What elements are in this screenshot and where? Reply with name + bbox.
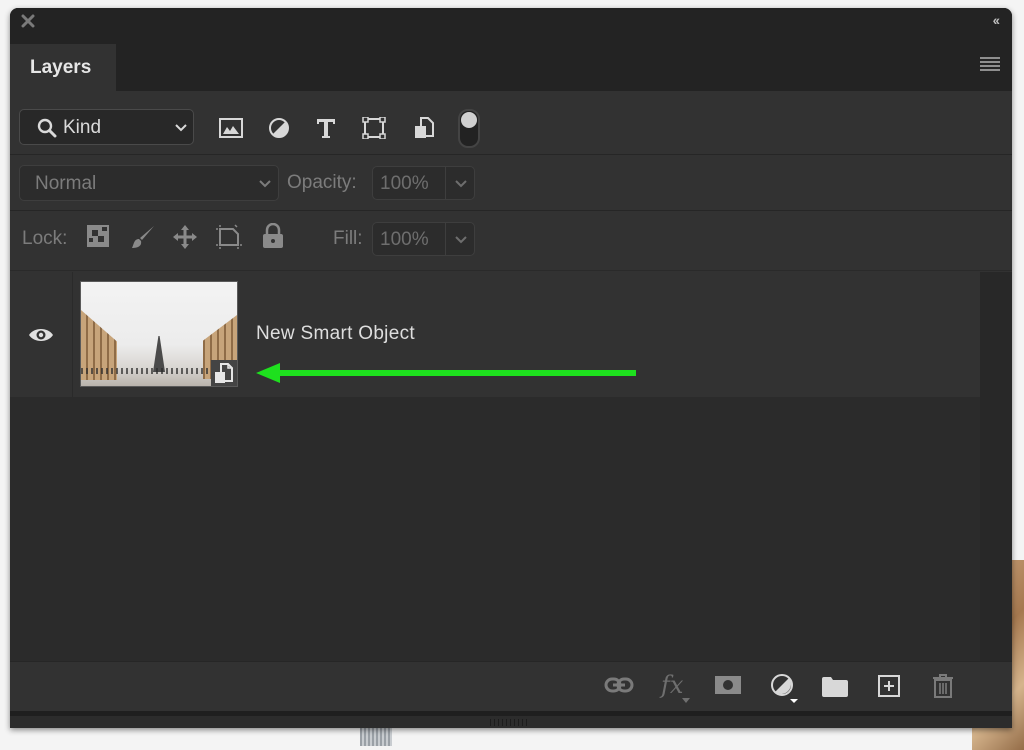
fill-field[interactable]: 100% bbox=[372, 222, 475, 256]
trash-icon[interactable] bbox=[932, 674, 954, 698]
lock-all-icon[interactable] bbox=[262, 223, 284, 249]
smart-object-filter-icon[interactable] bbox=[412, 117, 436, 139]
fill-value[interactable]: 100% bbox=[380, 229, 429, 251]
blend-mode-row: Normal Opacity: 100% bbox=[10, 155, 1012, 211]
image-filter-icon[interactable] bbox=[219, 117, 243, 139]
chevron-down-icon[interactable] bbox=[455, 180, 467, 188]
filter-toggle[interactable] bbox=[458, 109, 480, 148]
opacity-field[interactable]: 100% bbox=[372, 166, 475, 200]
panel-title-bar[interactable]: ‹‹ bbox=[10, 8, 1012, 36]
field-divider bbox=[445, 167, 446, 199]
opacity-label: Opacity: bbox=[287, 172, 357, 193]
opacity-value[interactable]: 100% bbox=[380, 173, 429, 195]
panel-body: Kind Normal Opacity: 100% Lock: Fill: 10… bbox=[10, 91, 1012, 728]
type-filter-icon[interactable] bbox=[314, 117, 338, 139]
lock-row: Lock: Fill: 100% bbox=[10, 211, 1012, 271]
layer-thumbnail[interactable] bbox=[80, 281, 238, 387]
kind-filter-select[interactable]: Kind bbox=[19, 109, 194, 145]
blend-mode-select[interactable]: Normal bbox=[19, 165, 279, 201]
new-layer-icon[interactable] bbox=[878, 675, 900, 697]
layers-list[interactable]: New Smart Object bbox=[10, 272, 980, 672]
chevron-down-icon bbox=[175, 124, 187, 132]
smart-object-icon bbox=[215, 363, 233, 383]
fx-dropdown-icon bbox=[682, 698, 690, 703]
adjustment-filter-icon[interactable] bbox=[267, 117, 291, 139]
visibility-column[interactable] bbox=[10, 272, 73, 397]
link-layers-icon[interactable] bbox=[604, 676, 634, 694]
layers-scrollbar[interactable] bbox=[980, 272, 1012, 661]
fx-icon[interactable]: fx bbox=[661, 671, 683, 699]
chevron-down-icon[interactable] bbox=[455, 236, 467, 244]
smart-object-badge bbox=[211, 360, 237, 386]
field-divider bbox=[445, 223, 446, 255]
adjustment-layer-icon[interactable] bbox=[770, 674, 800, 704]
resize-bar[interactable] bbox=[10, 716, 1012, 728]
layer-row[interactable]: New Smart Object bbox=[10, 272, 980, 397]
resize-grip-icon[interactable] bbox=[490, 719, 530, 726]
panel-footer: fx bbox=[10, 661, 1012, 712]
toggle-knob bbox=[461, 112, 477, 128]
filter-row: Kind bbox=[10, 91, 1012, 155]
close-x-icon[interactable] bbox=[21, 14, 35, 28]
eye-icon[interactable] bbox=[28, 327, 54, 343]
blend-mode-value: Normal bbox=[35, 173, 97, 194]
lock-transparent-pixels-icon[interactable] bbox=[87, 225, 109, 247]
fill-label: Fill: bbox=[333, 228, 363, 249]
tab-bar: Layers bbox=[10, 36, 1012, 91]
hamburger-menu-icon[interactable] bbox=[980, 57, 1000, 71]
layer-name[interactable]: New Smart Object bbox=[256, 323, 415, 345]
lock-image-pixels-icon[interactable] bbox=[130, 224, 156, 250]
double-chevron-left-icon[interactable]: ‹‹ bbox=[993, 12, 1000, 28]
tab-layers[interactable]: Layers bbox=[10, 44, 116, 91]
lock-artboard-icon[interactable] bbox=[215, 224, 243, 250]
layers-panel: ‹‹ Layers Kind Normal Opacity: 100% Lock… bbox=[10, 8, 1012, 728]
shape-filter-icon[interactable] bbox=[362, 117, 386, 139]
chevron-down-icon bbox=[259, 180, 271, 188]
search-icon bbox=[37, 118, 57, 138]
lock-position-icon[interactable] bbox=[172, 224, 198, 250]
layer-mask-icon[interactable] bbox=[715, 676, 741, 694]
kind-filter-label: Kind bbox=[63, 117, 102, 138]
green-annotation-arrow bbox=[256, 363, 636, 383]
group-folder-icon[interactable] bbox=[822, 677, 848, 697]
lock-label: Lock: bbox=[22, 228, 68, 249]
thumbnail-eiffel-tower bbox=[153, 336, 165, 372]
